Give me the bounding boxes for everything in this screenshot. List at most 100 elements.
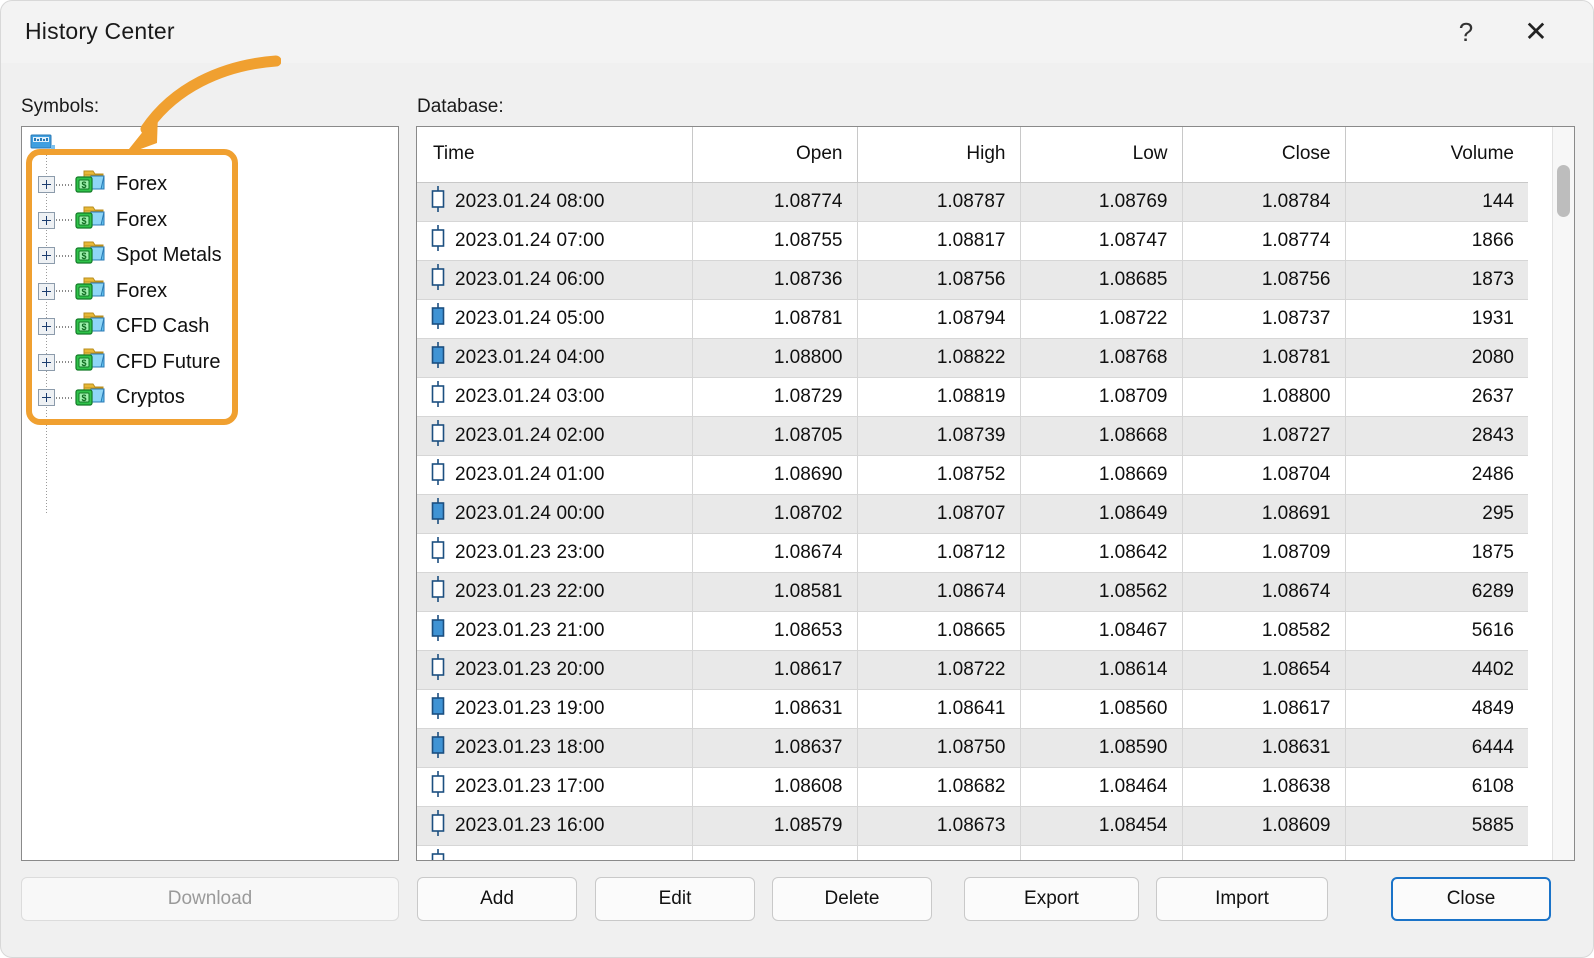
cell-open: 1.08608: [692, 767, 858, 807]
window-close-button[interactable]: ✕: [1501, 1, 1571, 63]
cell-time-text: 2023.01.23 17:00: [455, 775, 605, 797]
table-row[interactable]: 2023.01.24 00:00 1.08702 1.08707 1.08649 1.0…: [417, 494, 1528, 534]
table-row[interactable]: 2023.01.23 22:00 1.08581 1.08674 1.08562 1.0…: [417, 572, 1528, 612]
cell-time: [417, 845, 693, 860]
svg-text:$: $: [81, 322, 86, 332]
candle-filled-icon: [431, 731, 455, 764]
download-button[interactable]: Download: [21, 877, 399, 921]
table-vertical-scrollbar[interactable]: [1552, 127, 1574, 860]
cell-open: 1.08690: [692, 455, 858, 495]
cell-low: 1.08669: [1020, 455, 1183, 495]
svg-text:$: $: [81, 251, 86, 261]
tree-dotted-connector-icon: [56, 396, 72, 399]
expand-plus-icon[interactable]: [38, 247, 55, 264]
table-row[interactable]: 2023.01.24 04:00 1.08800 1.08822 1.08768 1.0…: [417, 338, 1528, 378]
cell-low: 1.08685: [1020, 260, 1183, 300]
tree-dotted-connector-icon: [56, 183, 72, 186]
database-table-panel[interactable]: Time Open High Low Close Volume 2023.01.…: [416, 126, 1575, 861]
column-header-high[interactable]: High: [857, 127, 1021, 183]
table-row[interactable]: 2023.01.24 05:00 1.08781 1.08794 1.08722 1.0…: [417, 299, 1528, 339]
symbols-tree-item-2[interactable]: $ Spot Metals: [38, 238, 222, 273]
column-header-volume[interactable]: Volume: [1345, 127, 1528, 183]
cell-volume: 5616: [1345, 611, 1528, 651]
cell-open: 1.08579: [692, 806, 858, 846]
table-row[interactable]: 2023.01.24 08:00 1.08774 1.08787 1.08769 1.0…: [417, 182, 1528, 222]
expand-plus-icon[interactable]: [38, 318, 55, 335]
table-row[interactable]: 2023.01.23 17:00 1.08608 1.08682 1.08464 1.0…: [417, 767, 1528, 807]
symbols-tree-panel[interactable]: $ Forex $ Forex $ Spot Metals $ Forex $ …: [21, 126, 399, 861]
symbols-tree-item-4[interactable]: $ CFD Cash: [38, 309, 209, 344]
cell-time-text: 2023.01.24 02:00: [455, 424, 605, 446]
cell-low: 1.08747: [1020, 221, 1183, 261]
cell-close: 1.08674: [1182, 572, 1346, 612]
candle-filled-icon: [431, 302, 455, 335]
cell-volume: 144: [1345, 182, 1528, 222]
cell-low: 1.08590: [1020, 728, 1183, 768]
candle-hollow-icon: [431, 809, 455, 842]
cell-time: 2023.01.24 02:00: [417, 416, 693, 456]
cell-close: 1.08638: [1182, 767, 1346, 807]
table-row[interactable]: 2023.01.24 02:00 1.08705 1.08739 1.08668 1.0…: [417, 416, 1528, 456]
expand-plus-icon[interactable]: [38, 353, 55, 371]
svg-text:$: $: [81, 393, 86, 403]
column-header-open[interactable]: Open: [692, 127, 858, 183]
table-row[interactable]: 2023.01.24 07:00 1.08755 1.08817 1.08747 1.0…: [417, 221, 1528, 261]
symbols-tree-item-1[interactable]: $ Forex: [38, 203, 167, 238]
cell-time-text: 2023.01.23 16:00: [455, 814, 605, 836]
cell-close: 1.08709: [1182, 533, 1346, 573]
export-button[interactable]: Export: [964, 877, 1139, 921]
cell-high: 1.08794: [857, 299, 1021, 339]
svg-text:$: $: [81, 216, 86, 226]
help-button[interactable]: ?: [1431, 1, 1501, 63]
candle-hollow-icon: [431, 458, 455, 491]
delete-button[interactable]: Delete: [772, 877, 932, 921]
table-row-partial[interactable]: [417, 845, 1528, 860]
cell-low: 1.08769: [1020, 182, 1183, 222]
cell-open: 1.08781: [692, 299, 858, 339]
table-row[interactable]: 2023.01.23 16:00 1.08579 1.08673 1.08454 1.0…: [417, 806, 1528, 846]
expand-plus-icon[interactable]: [38, 389, 55, 406]
expand-plus-icon[interactable]: [38, 211, 55, 229]
expand-plus-icon[interactable]: [38, 176, 55, 193]
cell-open: 1.08653: [692, 611, 858, 651]
scrollbar-thumb[interactable]: [1557, 165, 1570, 217]
cell-high: 1.08712: [857, 533, 1021, 573]
column-header-low[interactable]: Low: [1020, 127, 1183, 183]
column-header-time[interactable]: Time: [417, 127, 693, 183]
table-row[interactable]: 2023.01.24 01:00 1.08690 1.08752 1.08669 1.0…: [417, 455, 1528, 495]
column-header-close[interactable]: Close: [1182, 127, 1346, 183]
table-row[interactable]: 2023.01.23 20:00 1.08617 1.08722 1.08614 1.0…: [417, 650, 1528, 690]
symbols-tree-item-3[interactable]: $ Forex: [38, 274, 167, 309]
cell-volume: 4402: [1345, 650, 1528, 690]
symbols-tree-item-0[interactable]: $ Forex: [38, 167, 167, 202]
table-row[interactable]: 2023.01.23 18:00 1.08637 1.08750 1.08590 1.0…: [417, 728, 1528, 768]
cell-volume: 5885: [1345, 806, 1528, 846]
symbols-tree-item-6[interactable]: $ Cryptos: [38, 380, 185, 415]
cell-high: 1.08750: [857, 728, 1021, 768]
cell-volume: 2843: [1345, 416, 1528, 456]
symbols-tree-item-5[interactable]: $ CFD Future: [38, 345, 220, 380]
table-row[interactable]: 2023.01.24 06:00 1.08736 1.08756 1.08685 1.0…: [417, 260, 1528, 300]
cell-high: 1.08819: [857, 377, 1021, 417]
cell-time: 2023.01.24 01:00: [417, 455, 693, 495]
add-button[interactable]: Add: [417, 877, 577, 921]
expand-plus-icon[interactable]: [38, 282, 55, 300]
cell-time: 2023.01.23 19:00: [417, 689, 693, 729]
table-row[interactable]: 2023.01.23 21:00 1.08653 1.08665 1.08467 1.0…: [417, 611, 1528, 651]
money-folder-icon: $: [72, 169, 106, 200]
server-root-icon: [30, 133, 56, 153]
cell-time-text: 2023.01.23 22:00: [455, 580, 605, 602]
candle-hollow-icon: [431, 380, 455, 413]
table-row[interactable]: 2023.01.23 19:00 1.08631 1.08641 1.08560 1.0…: [417, 689, 1528, 729]
close-button[interactable]: Close: [1391, 877, 1551, 921]
cell-time: 2023.01.24 00:00: [417, 494, 693, 534]
cell-close: 1.08727: [1182, 416, 1346, 456]
candle-hollow-icon: [431, 575, 455, 608]
edit-button[interactable]: Edit: [595, 877, 755, 921]
table-row[interactable]: 2023.01.24 03:00 1.08729 1.08819 1.08709 1.0…: [417, 377, 1528, 417]
import-button[interactable]: Import: [1156, 877, 1328, 921]
cell-open: 1.08729: [692, 377, 858, 417]
cell-time: 2023.01.23 17:00: [417, 767, 693, 807]
cell-close: 1.08784: [1182, 182, 1346, 222]
table-row[interactable]: 2023.01.23 23:00 1.08674 1.08712 1.08642 1.0…: [417, 533, 1528, 573]
